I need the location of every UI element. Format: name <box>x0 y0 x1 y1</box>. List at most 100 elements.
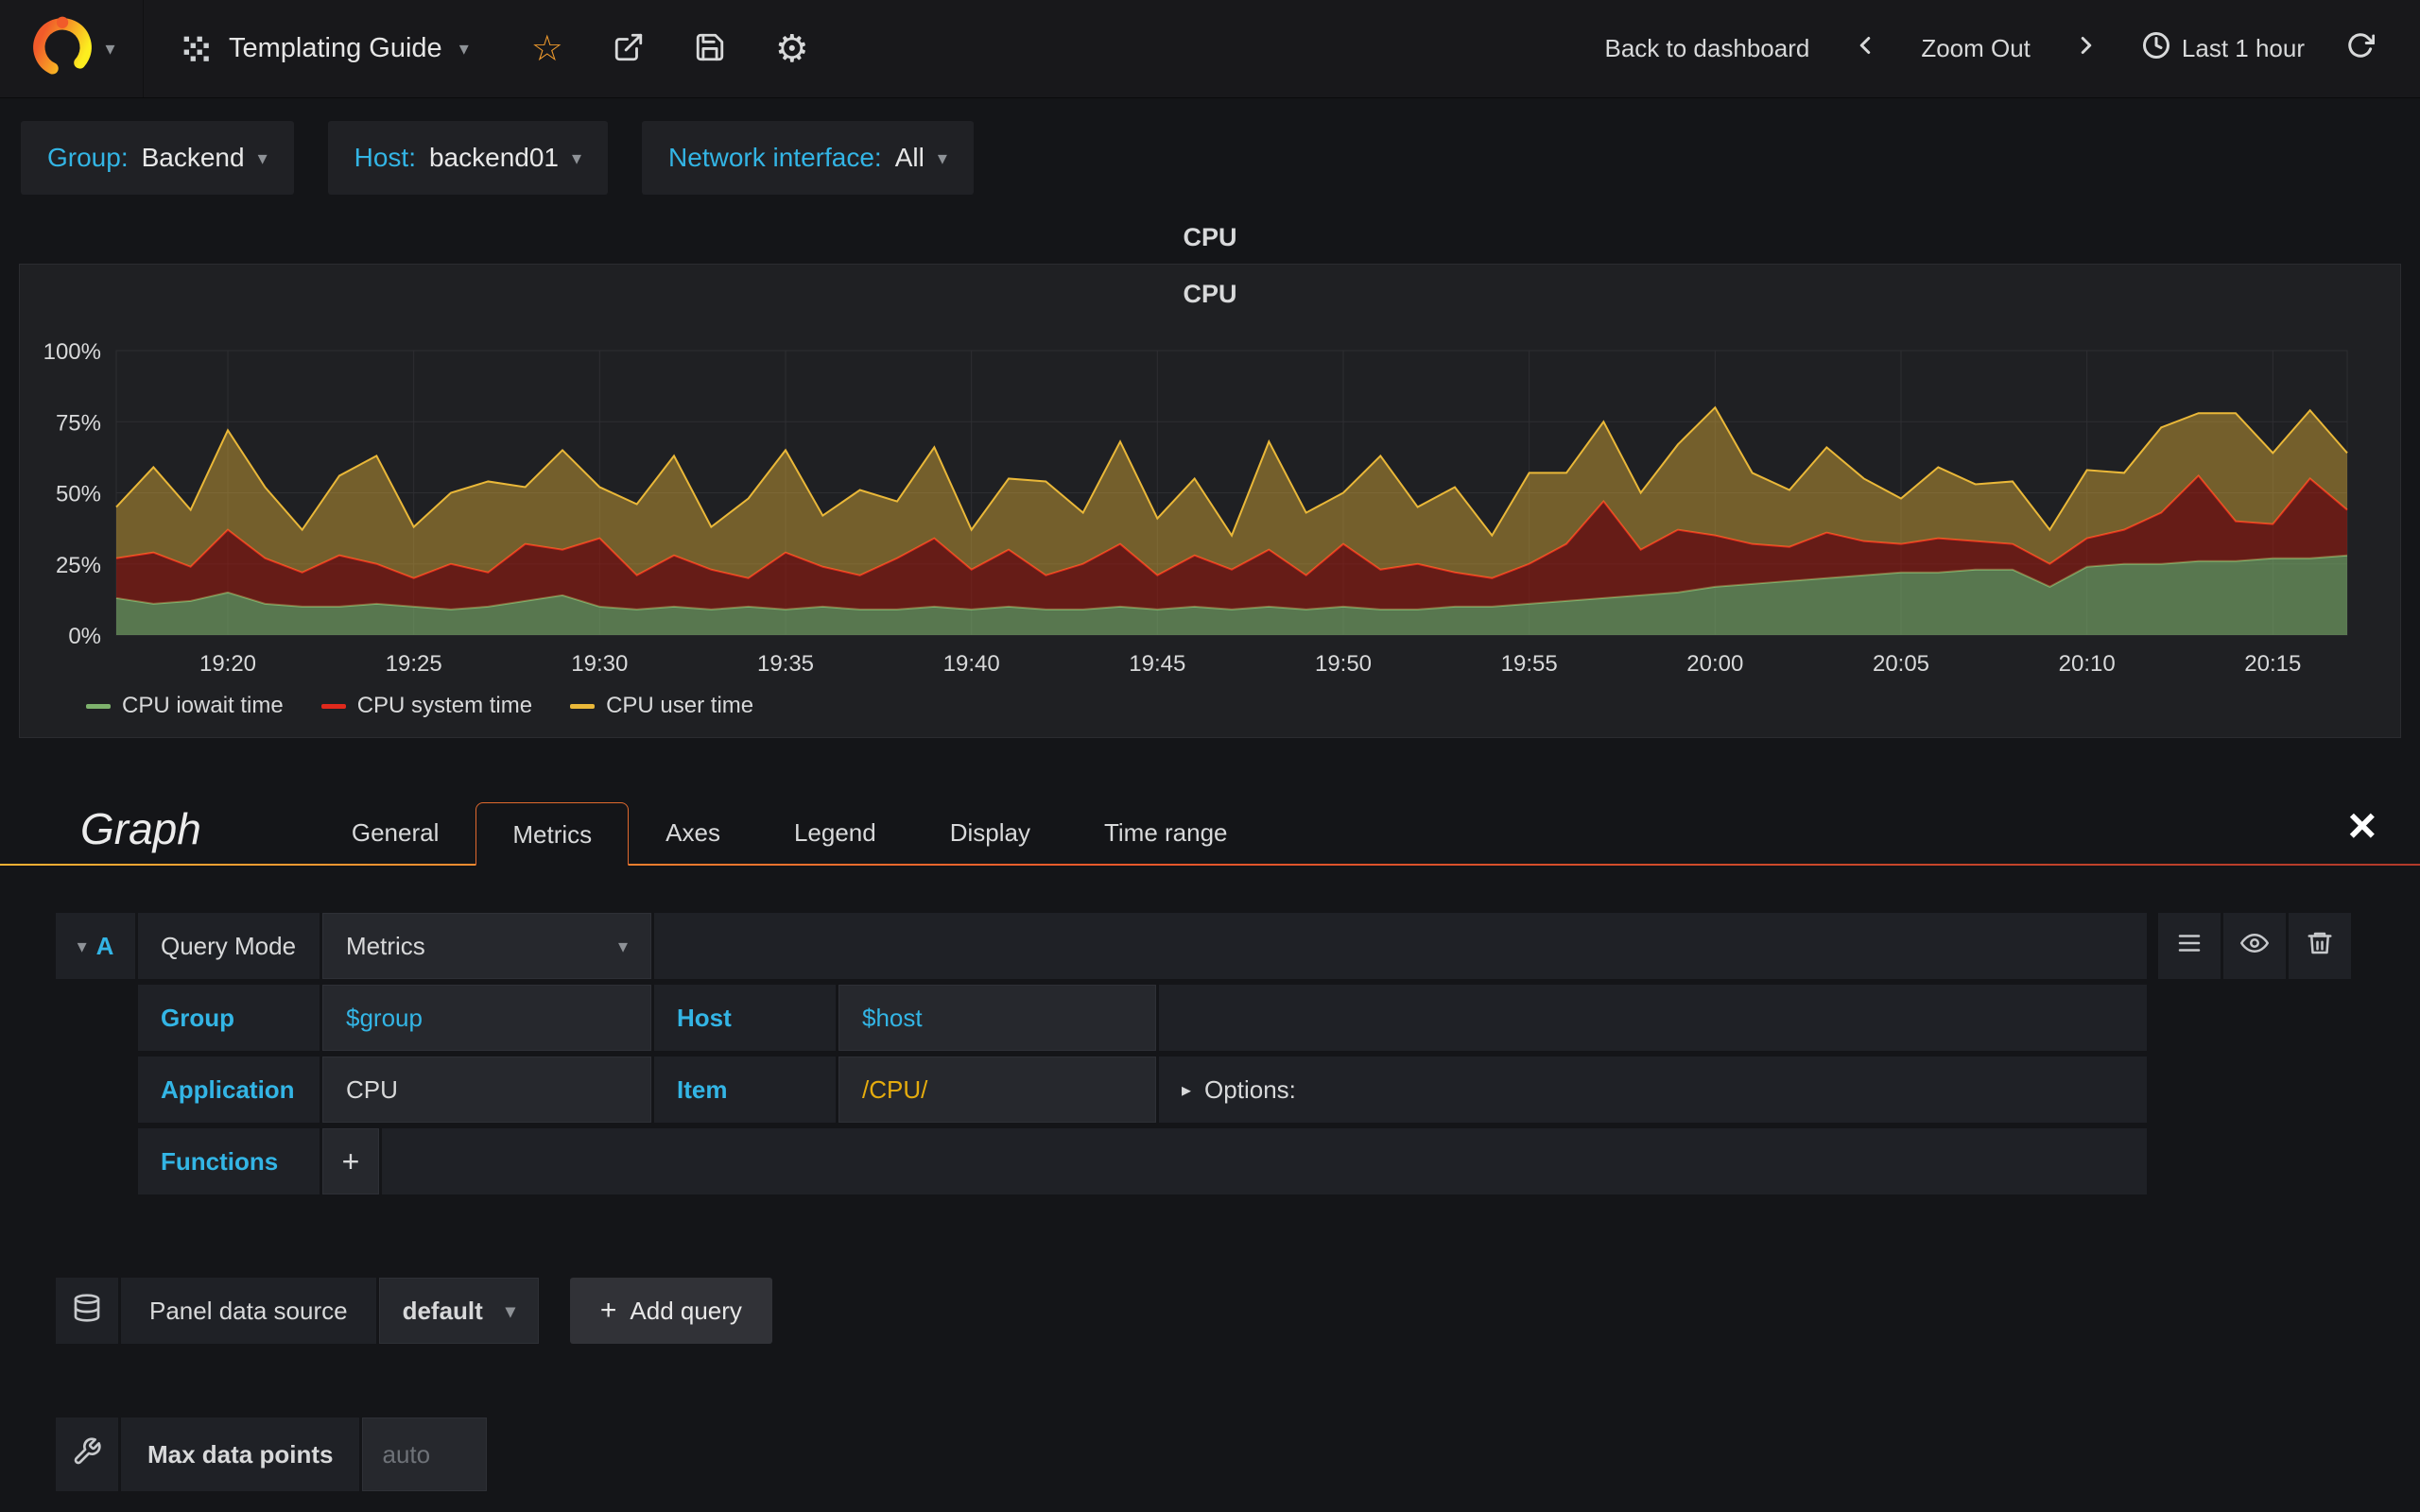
star-dashboard-button[interactable]: ☆ <box>507 0 588 97</box>
svg-text:25%: 25% <box>56 553 101 578</box>
options-label: Options: <box>1204 1075 1296 1105</box>
legend-series-swatch <box>86 704 111 709</box>
share-dashboard-button[interactable] <box>588 0 669 97</box>
cpu-stacked-area-chart[interactable]: 0%25%50%75%100%19:2019:2519:3019:3519:40… <box>20 317 2398 691</box>
zoom-out-button[interactable]: Zoom Out <box>1900 0 2051 97</box>
item-field-value[interactable]: /CPU/ <box>838 1057 1156 1123</box>
editor-tabs: General Metrics Axes Legend Display Time… <box>315 800 1265 864</box>
tab-general[interactable]: General <box>315 800 476 864</box>
save-icon <box>694 31 726 66</box>
legend-item[interactable]: CPU iowait time <box>86 693 284 719</box>
query-row-functions: Functions + <box>138 1128 2147 1194</box>
max-data-points-label: Max data points <box>121 1418 359 1491</box>
svg-text:75%: 75% <box>56 410 101 436</box>
panel-datasource-label: Panel data source <box>121 1278 376 1344</box>
chevron-down-icon: ▾ <box>459 37 469 60</box>
max-data-points-input[interactable] <box>362 1418 487 1491</box>
legend-item[interactable]: CPU user time <box>570 693 753 719</box>
chart-title: CPU <box>20 265 2400 317</box>
variable-host-dropdown[interactable]: Host: backend01 ▾ <box>328 121 608 195</box>
dashboard-title: Templating Guide <box>229 33 442 64</box>
query-row-spacer <box>382 1128 2147 1194</box>
datasource-select[interactable]: default ▾ <box>379 1278 539 1344</box>
query-row-spacer <box>1159 985 2147 1051</box>
host-field-label: Host <box>654 985 836 1051</box>
tab-axes[interactable]: Axes <box>629 800 757 864</box>
query-menu-button[interactable] <box>2158 913 2221 979</box>
time-range-picker[interactable]: Last 1 hour <box>2121 0 2325 97</box>
chevron-right-icon: ▸ <box>1182 1078 1191 1102</box>
dashboard-title-button[interactable]: Templating Guide ▾ <box>144 0 507 97</box>
dashboard-settings-button[interactable]: ⚙ <box>751 0 834 97</box>
cpu-graph-panel: CPU 0%25%50%75%100%19:2019:2519:3019:351… <box>19 264 2401 738</box>
legend-item[interactable]: CPU system time <box>321 693 532 719</box>
clock-icon <box>2142 31 2170 66</box>
add-query-button[interactable]: + Add query <box>570 1278 772 1344</box>
close-editor-button[interactable]: × <box>2348 801 2377 850</box>
datasource-icon-cell <box>56 1278 118 1344</box>
zoom-out-label: Zoom Out <box>1921 34 2031 63</box>
wrench-icon <box>72 1436 102 1473</box>
eye-icon <box>2240 929 2269 964</box>
gear-icon: ⚙ <box>775 30 809 68</box>
svg-text:100%: 100% <box>43 339 101 365</box>
application-field-value[interactable]: CPU <box>322 1057 651 1123</box>
svg-text:50%: 50% <box>56 482 101 507</box>
query-options-toggle[interactable]: ▸ Options: <box>1159 1057 2147 1123</box>
tab-metrics[interactable]: Metrics <box>475 802 629 866</box>
grafana-app: ▾ Templating Guide ▾ ☆ <box>0 0 2420 1491</box>
chevron-down-icon: ▾ <box>105 37 114 60</box>
save-dashboard-button[interactable] <box>669 0 751 97</box>
wrench-icon-cell <box>56 1418 118 1491</box>
chevron-down-icon: ▾ <box>572 146 581 170</box>
tab-display[interactable]: Display <box>913 800 1067 864</box>
legend-series-swatch <box>570 704 595 709</box>
panel-type-title: Graph <box>80 803 201 864</box>
add-function-button[interactable]: + <box>322 1128 379 1194</box>
svg-text:20:10: 20:10 <box>2059 651 2116 677</box>
trash-icon <box>2306 929 2334 964</box>
database-icon <box>72 1293 102 1330</box>
query-ref-letter: A <box>96 932 114 961</box>
time-range-label: Last 1 hour <box>2182 34 2305 63</box>
group-field-value[interactable]: $group <box>322 985 651 1051</box>
query-editor: ▾ A Query Mode Metrics ▾ <box>56 913 2351 1194</box>
variable-host-label: Host: <box>354 143 416 173</box>
refresh-button[interactable] <box>2325 0 2395 97</box>
time-shift-forward-button[interactable] <box>2051 0 2121 97</box>
delete-query-button[interactable] <box>2289 913 2351 979</box>
host-field-value[interactable]: $host <box>838 985 1156 1051</box>
chevron-down-icon: ▾ <box>506 1299 515 1323</box>
toggle-query-visibility-button[interactable] <box>2223 913 2286 979</box>
panel-editor: Graph General Metrics Axes Legend Displa… <box>0 800 2420 1491</box>
query-row-spacer <box>654 913 2147 979</box>
svg-text:20:05: 20:05 <box>1873 651 1929 677</box>
svg-text:20:15: 20:15 <box>2244 651 2301 677</box>
plus-icon: + <box>600 1297 617 1325</box>
close-icon: × <box>2348 799 2377 853</box>
dashboard-grid-icon <box>182 34 212 64</box>
query-collapse-toggle[interactable]: ▾ A <box>56 913 135 979</box>
item-value-text: /CPU/ <box>862 1075 927 1105</box>
tab-legend[interactable]: Legend <box>757 800 913 864</box>
query-mode-value: Metrics <box>346 932 425 961</box>
chevron-down-icon: ▾ <box>78 935 87 958</box>
svg-text:0%: 0% <box>68 624 101 649</box>
application-field-label: Application <box>138 1057 320 1123</box>
query-mode-label: Query Mode <box>138 913 320 979</box>
grafana-menu-button[interactable]: ▾ <box>0 0 144 97</box>
variable-group-dropdown[interactable]: Group: Backend ▾ <box>21 121 294 195</box>
variable-netif-dropdown[interactable]: Network interface: All ▾ <box>642 121 974 195</box>
svg-text:19:55: 19:55 <box>1501 651 1558 677</box>
query-mode-select[interactable]: Metrics ▾ <box>322 913 651 979</box>
add-query-label: Add query <box>630 1297 742 1326</box>
variable-netif-value: All <box>895 143 925 173</box>
back-to-dashboard-button[interactable]: Back to dashboard <box>1584 0 1831 97</box>
max-data-points-row: Max data points <box>56 1418 2420 1491</box>
datasource-value: default <box>403 1297 483 1326</box>
editor-accent-divider <box>0 864 2420 866</box>
tab-time-range[interactable]: Time range <box>1067 800 1265 864</box>
panel-header-title[interactable]: CPU <box>0 223 2420 252</box>
time-shift-back-button[interactable] <box>1830 0 1900 97</box>
query-row-application-item: Application CPU Item /CPU/ ▸ Options: <box>138 1057 2147 1123</box>
